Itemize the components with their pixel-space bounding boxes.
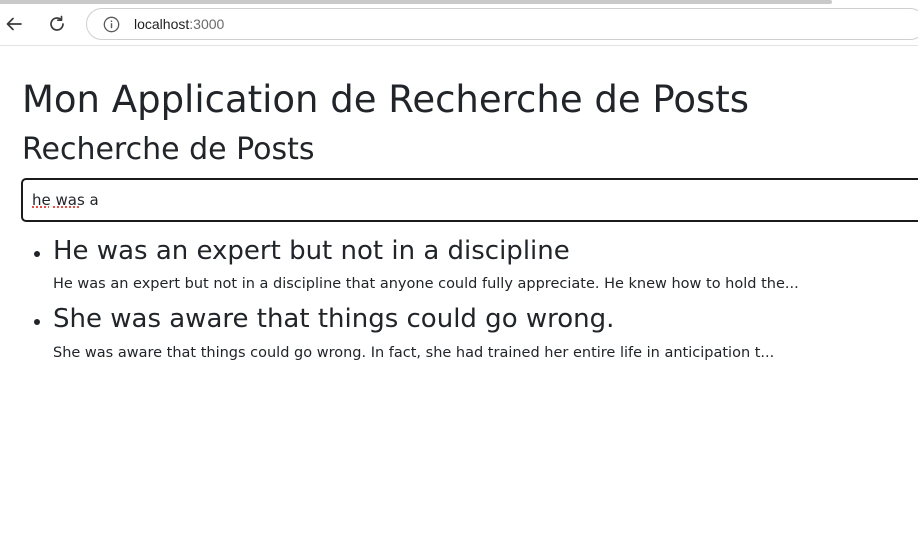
search-input[interactable] [21, 178, 918, 222]
result-title[interactable]: She was aware that things could go wrong… [53, 304, 918, 335]
url-port: :3000 [189, 16, 225, 32]
url-host: localhost [134, 16, 190, 32]
bullet [34, 251, 40, 257]
list-item: He was an expert but not in a discipline… [0, 236, 918, 294]
address-bar[interactable]: localhost:3000 [86, 8, 918, 40]
spellcheck-underline [52, 206, 80, 209]
app-title: Mon Application de Recherche de Posts [22, 78, 750, 121]
result-excerpt: He was an expert but not in a discipline… [53, 276, 799, 293]
spellcheck-underline [31, 206, 49, 209]
reload-button[interactable] [45, 12, 69, 36]
reload-icon [50, 15, 64, 31]
tab-strip-edge [0, 0, 832, 4]
url-text: localhost:3000 [134, 16, 224, 32]
arrow-left-icon [6, 17, 22, 31]
result-title[interactable]: He was an expert but not in a discipline [53, 236, 918, 267]
bullet [34, 319, 40, 326]
list-item: She was aware that things could go wrong… [0, 304, 918, 362]
results-list: He was an expert but not in a discipline… [0, 236, 918, 373]
result-excerpt: She was aware that things could go wrong… [53, 344, 775, 361]
section-title: Recherche de Posts [22, 132, 315, 167]
back-button[interactable] [2, 12, 26, 36]
browser-toolbar: localhost:3000 [0, 0, 918, 46]
info-icon[interactable] [103, 16, 120, 33]
page-content: Mon Application de Recherche de Posts Re… [0, 46, 918, 547]
